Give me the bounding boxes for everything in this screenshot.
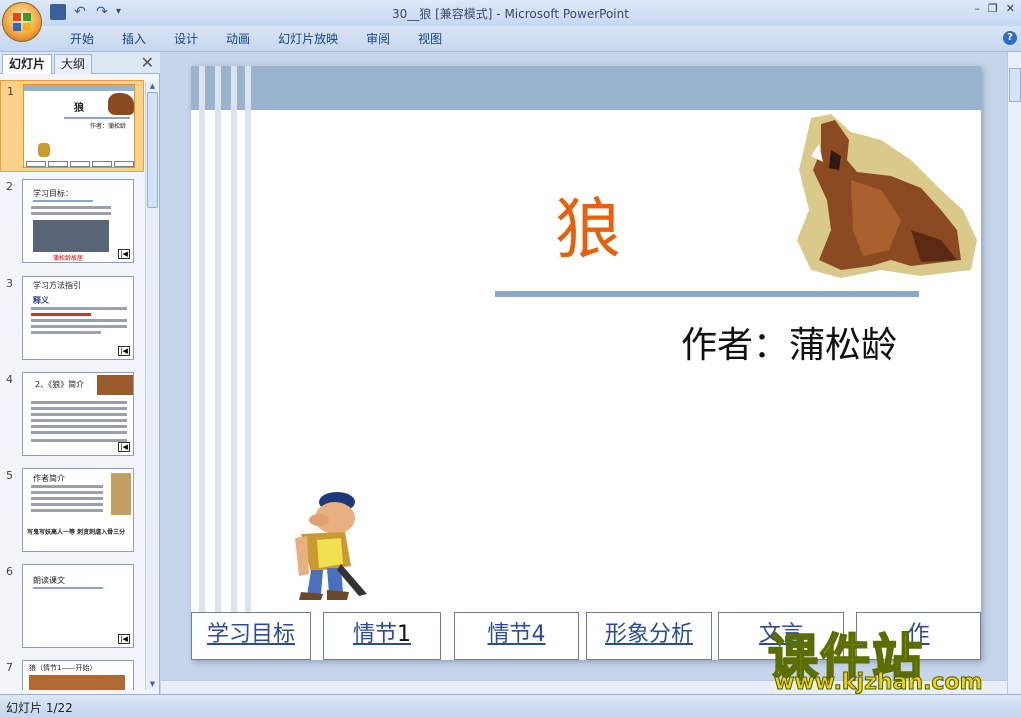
thumb-subtitle: 释义 (33, 296, 49, 305)
slide-number: 3 (6, 277, 13, 290)
tab-slides[interactable]: 幻灯片 (2, 54, 53, 74)
slide-canvas[interactable]: 狼 作者：蒲松龄 学习目标 情节1 情节4 形象分析 文言 作 (191, 66, 981, 660)
tab-design[interactable]: 设计 (160, 31, 212, 47)
thumb-title: 学习目标： (33, 189, 73, 198)
editor-vertical-scrollbar[interactable] (1007, 52, 1021, 694)
slide-number: 6 (6, 565, 13, 578)
thumb-subtitle: 作者：蒲松龄 (90, 123, 127, 130)
farmer-image[interactable] (271, 484, 381, 604)
thumb-caption: 写鬼写妖高人一等 刺贪刺虐入骨三分 (27, 529, 126, 536)
editor-scroll-thumb[interactable] (1009, 68, 1021, 102)
slides-pane: 幻灯片 大纲 ✕ 1 狼 作者：蒲松龄 2 学习目标： 蒲松龄故居 |◀ 3 学… (0, 52, 160, 694)
scroll-down-icon[interactable]: ▼ (147, 680, 158, 690)
man-thumb-image (38, 143, 50, 157)
tab-view[interactable]: 视图 (404, 31, 456, 47)
wolf-thumb-image (108, 93, 134, 115)
nav-button-study-goals[interactable]: 学习目标 (191, 612, 311, 660)
slide-number: 5 (6, 469, 13, 482)
office-button[interactable] (2, 2, 42, 42)
nav-button-plot-4[interactable]: 情节4 (454, 612, 579, 660)
decorative-stripes (191, 66, 253, 660)
tab-insert[interactable]: 插入 (108, 31, 160, 47)
slide-thumbnail-4[interactable]: 4 2、《狼》简介 |◀ (0, 369, 144, 461)
slide-thumbnail-7[interactable]: 7 狼（情节1——开始） (0, 657, 144, 690)
thumb-title: 学习方法指引 (33, 281, 81, 290)
tab-slideshow[interactable]: 幻灯片放映 (264, 31, 352, 47)
tab-review[interactable]: 审阅 (352, 31, 404, 47)
office-logo-icon (13, 13, 31, 31)
watermark-url: www.kjzhan.com (774, 670, 984, 696)
scroll-thumb[interactable] (147, 92, 158, 208)
title-bar: ↶ ↷ ▾ 30__狼 [兼容模式] - Microsoft PowerPoin… (0, 0, 1021, 42)
slide-number: 7 (6, 661, 13, 674)
slide-author[interactable]: 作者：蒲松龄 (681, 316, 897, 368)
status-bar: 幻灯片 1/22 (0, 694, 1021, 718)
slide-thumbnail-2[interactable]: 2 学习目标： 蒲松龄故居 |◀ (0, 176, 144, 268)
slide-thumbnails: 1 狼 作者：蒲松龄 2 学习目标： 蒲松龄故居 |◀ 3 学习方法指引 释义 … (0, 76, 144, 690)
slide-editing-area: 狼 作者：蒲松龄 学习目标 情节1 情节4 形象分析 文言 作 (161, 52, 1021, 694)
ribbon-tabs: 开始 插入 设计 动画 幻灯片放映 审阅 视图 ? (0, 26, 1021, 52)
slide-header-band (191, 66, 981, 110)
tab-home[interactable]: 开始 (56, 31, 108, 47)
slide-thumbnail-6[interactable]: 6 朗读课文 |◀ (0, 561, 144, 653)
slide-number: 1 (7, 85, 14, 98)
tab-animations[interactable]: 动画 (212, 31, 264, 47)
thumb-caption: 蒲松龄故居 (53, 255, 84, 262)
wolf-image[interactable] (791, 110, 981, 282)
window-title: 30__狼 [兼容模式] - Microsoft PowerPoint (392, 7, 629, 21)
action-button-icon: |◀ (118, 249, 130, 259)
slide-counter: 幻灯片 1/22 (6, 701, 73, 715)
thumb-title: 作者简介 (33, 474, 65, 483)
nav-button-image-analysis[interactable]: 形象分析 (586, 612, 712, 660)
action-button-icon: |◀ (118, 634, 130, 644)
slide-thumbnail-3[interactable]: 3 学习方法指引 释义 |◀ (0, 273, 144, 365)
slide-thumbnail-5[interactable]: 5 作者简介 写鬼写妖高人一等 刺贪刺虐入骨三分 (0, 465, 144, 557)
thumb-title: 狼（情节1——开始） (29, 664, 97, 672)
close-pane-icon[interactable]: ✕ (141, 53, 154, 73)
minimize-icon[interactable]: – (974, 2, 980, 15)
slide-number: 4 (6, 373, 13, 386)
scroll-up-icon[interactable]: ▲ (147, 82, 158, 92)
pane-scrollbar[interactable]: ▲ ▼ (145, 82, 158, 690)
restore-icon[interactable]: ❐ (988, 2, 998, 15)
slide-title[interactable]: 狼 (555, 176, 621, 272)
slide-thumbnail-1[interactable]: 1 狼 作者：蒲松龄 (0, 80, 144, 172)
title-divider (495, 291, 919, 297)
tab-outline[interactable]: 大纲 (54, 54, 93, 74)
help-icon[interactable]: ? (1003, 31, 1017, 45)
slide-number: 2 (6, 180, 13, 193)
action-button-icon: |◀ (118, 442, 130, 452)
thumb-title: 朗读课文 (33, 576, 65, 585)
close-icon[interactable]: ✕ (1006, 2, 1015, 15)
action-button-icon: |◀ (118, 346, 130, 356)
thumb-title: 狼 (74, 103, 84, 114)
watermark-logo: 课件站 www.kjzhan.com (767, 618, 1008, 696)
nav-button-plot-1[interactable]: 情节1 (323, 612, 441, 660)
thumb-title: 2、《狼》简介 (35, 380, 85, 389)
